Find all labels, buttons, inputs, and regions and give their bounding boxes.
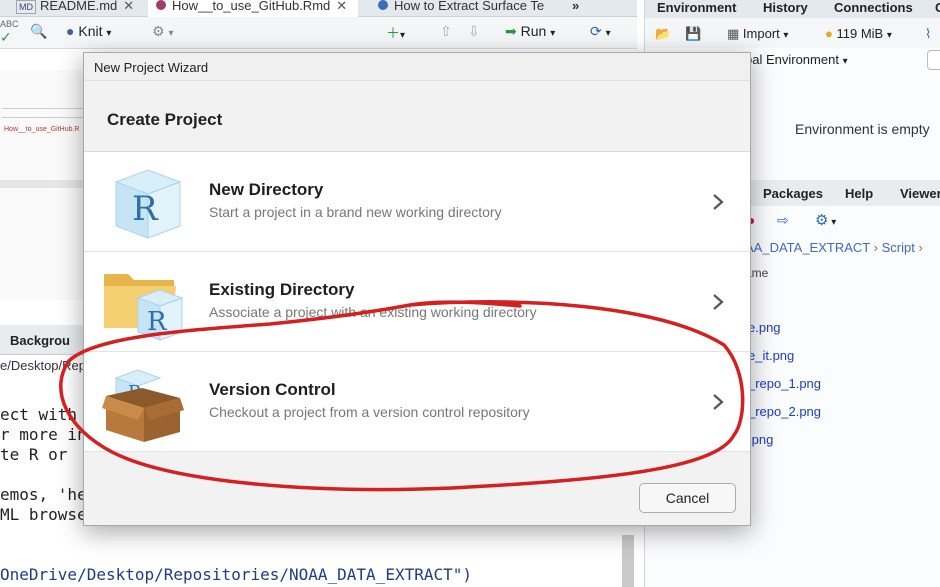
tab-history[interactable]: History <box>763 0 808 15</box>
svg-text:R: R <box>132 189 159 229</box>
rerun-icon[interactable]: ⟳ ▾ <box>590 23 611 40</box>
file-link[interactable]: e.png <box>748 320 781 335</box>
dialog-footer: Cancel <box>84 453 750 525</box>
tab-extract-surface-label: How to Extract Surface Te <box>394 0 545 13</box>
close-icon[interactable]: ✕ <box>336 0 347 13</box>
new-directory-title: New Directory <box>209 180 324 199</box>
console-line: r more in <box>0 425 87 444</box>
thumbnail-toolbar <box>2 108 86 118</box>
rmd-file-icon <box>156 0 166 10</box>
environment-search-input[interactable] <box>927 50 940 70</box>
existing-directory-title: Existing Directory <box>209 280 355 299</box>
gear-icon[interactable]: ⚙ ▾ <box>152 23 173 40</box>
environment-empty-message: Environment is empty <box>795 121 930 137</box>
tab-git[interactable]: G <box>935 0 940 15</box>
environment-scope-select[interactable]: bal Environment ▾ <box>745 52 848 67</box>
tab-github-rmd-label: How__to_use_GitHub.Rmd <box>172 0 331 13</box>
environment-tab-bar: Environment History Connections G <box>645 0 940 18</box>
arrow-down-icon[interactable]: ⇩ <box>468 23 480 40</box>
editor-toolbar: ABC ✓ 🔍 ● Knit ▾ ⚙ ▾ ＋▾ ⇧ ⇩ ➡ Run ▾ ⟳ ▾ <box>0 17 637 49</box>
memory-usage[interactable]: ● 119 MiB ▾ <box>825 26 892 41</box>
thumbnail-divider <box>0 180 90 188</box>
r-file-icon <box>378 0 388 10</box>
broom-icon[interactable]: ⌇ <box>925 26 931 42</box>
pie-icon: ● <box>825 26 833 41</box>
md-file-icon: MD <box>16 0 36 14</box>
arrow-up-icon[interactable]: ⇧ <box>440 23 452 40</box>
tab-help[interactable]: Help <box>845 186 873 201</box>
dialog-title: New Project Wizard <box>94 60 209 75</box>
thumbnail-label: How__to_use_GitHub.R <box>4 126 80 133</box>
files-tab-bar: Packages Help Viewer <box>745 180 940 206</box>
run-arrow-icon: ➡ <box>505 23 517 39</box>
chevron-right-icon <box>713 294 724 310</box>
folder-r-cube-icon: R <box>104 274 184 341</box>
console-line: ML browse <box>0 505 87 524</box>
import-icon: ▦ <box>727 26 740 41</box>
console-tab-bar: Backgrou <box>0 325 90 355</box>
tab-connections[interactable]: Connections <box>834 0 913 15</box>
r-cube-icon: R <box>114 169 182 239</box>
dialog-titlebar[interactable]: New Project Wizard <box>84 53 750 81</box>
tab-github-rmd[interactable]: How__to_use_GitHub.Rmd ✕ <box>148 0 358 17</box>
environment-toolbar: 📂 💾 ▦ Import ▾ ● 119 MiB ▾ ⌇ <box>645 18 940 48</box>
search-icon[interactable]: 🔍 <box>30 23 47 40</box>
console-line: ect with <box>0 405 78 424</box>
chevron-right-icon <box>713 394 724 410</box>
spellcheck-icon[interactable]: ABC ✓ <box>0 19 19 46</box>
tab-environment[interactable]: Environment <box>657 0 736 15</box>
file-link[interactable]: .png <box>748 432 773 447</box>
tab-viewer[interactable]: Viewer <box>900 186 940 201</box>
console-working-dir: e/Desktop/Rep <box>0 358 86 373</box>
console-scrollbar[interactable] <box>622 535 634 587</box>
files-toolbar: ● ⇨ ⚙ ▾ <box>745 210 940 234</box>
tab-background-jobs[interactable]: Backgrou <box>10 333 70 348</box>
version-control-description: Checkout a project from a version contro… <box>209 404 530 420</box>
version-control-option[interactable]: R Version Control Checkout a project fro… <box>84 352 750 452</box>
file-link[interactable]: _repo_1.png <box>748 376 821 391</box>
tab-extract-surface[interactable]: How to Extract Surface Te <box>372 0 572 17</box>
file-link[interactable]: _repo_2.png <box>748 404 821 419</box>
console-line: te R or <box>0 445 68 464</box>
tab-packages[interactable]: Packages <box>763 186 823 201</box>
preview-thumbnail: How__to_use_GitHub.R <box>0 70 90 300</box>
close-icon[interactable]: ✕ <box>123 0 134 13</box>
tab-overflow-chevron-icon[interactable]: » <box>572 0 592 17</box>
export-icon[interactable]: ⇨ <box>777 212 789 229</box>
knit-yarn-icon: ● <box>66 23 75 39</box>
chevron-right-icon <box>713 194 724 210</box>
new-project-wizard-dialog: New Project Wizard Create Project R New … <box>83 52 751 526</box>
box-r-cube-icon: R <box>102 369 184 442</box>
insert-chunk-icon[interactable]: ＋▾ <box>386 23 405 43</box>
console-line: emos, 'he <box>0 485 87 504</box>
console-command: OneDrive/Desktop/Repositories/NOAA_DATA_… <box>0 565 473 584</box>
new-directory-description: Start a project in a brand new working d… <box>209 204 502 220</box>
open-folder-icon[interactable]: 📂 <box>655 26 671 42</box>
chevron-down-icon: ▾ <box>106 28 112 39</box>
editor-tab-bar: MD README.md ✕ How__to_use_GitHub.Rmd ✕ How… <box>0 0 637 17</box>
existing-directory-description: Associate a project with an existing wor… <box>209 304 537 320</box>
files-breadcrumb[interactable]: AA_DATA_EXTRACT › Script › <box>745 240 923 255</box>
file-link[interactable]: e_it.png <box>748 348 794 363</box>
more-gear-icon[interactable]: ⚙ ▾ <box>815 211 836 229</box>
cancel-button[interactable]: Cancel <box>639 483 736 513</box>
knit-button[interactable]: ● Knit ▾ <box>66 23 111 39</box>
import-button[interactable]: ▦ Import ▾ <box>727 26 788 42</box>
dialog-header: Create Project <box>84 81 750 152</box>
tab-readme[interactable]: MD README.md ✕ <box>16 0 141 17</box>
svg-text:R: R <box>147 307 168 337</box>
dialog-heading: Create Project <box>107 110 223 129</box>
existing-directory-option[interactable]: R Existing Directory Associate a project… <box>84 252 750 352</box>
save-icon[interactable]: 💾 <box>685 26 701 42</box>
tab-readme-label: README.md <box>40 0 118 13</box>
version-control-title: Version Control <box>209 380 336 399</box>
run-button[interactable]: ➡ Run ▾ <box>505 23 555 40</box>
new-directory-option[interactable]: R New Directory Start a project in a bra… <box>84 152 750 252</box>
